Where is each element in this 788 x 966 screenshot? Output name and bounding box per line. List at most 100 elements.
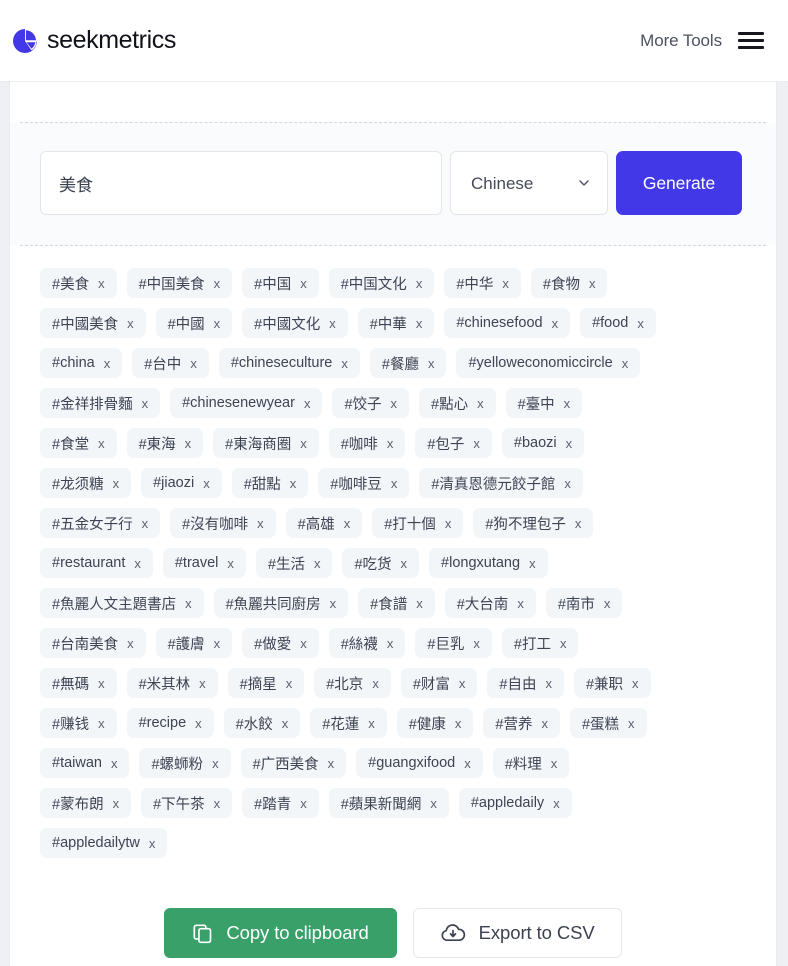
hashtag-chip[interactable]: #appledailytw x: [40, 828, 168, 858]
hashtag-chip[interactable]: #中国 x: [242, 268, 319, 298]
hashtag-chip[interactable]: #東海 x: [126, 428, 204, 458]
hashtag-remove-icon[interactable]: x: [290, 477, 297, 490]
hashtag-remove-icon[interactable]: x: [368, 717, 375, 730]
hashtag-chip[interactable]: #food x: [580, 308, 656, 338]
hashtag-remove-icon[interactable]: x: [127, 637, 134, 650]
hashtag-remove-icon[interactable]: x: [341, 357, 348, 370]
hashtag-chip[interactable]: #美食 x: [40, 268, 117, 298]
hashtag-chip[interactable]: #螺蛳粉 x: [139, 748, 231, 778]
hashtag-chip[interactable]: #travel x: [162, 548, 246, 578]
hashtag-chip[interactable]: #appledaily x: [458, 788, 572, 818]
hashtag-remove-icon[interactable]: x: [282, 717, 289, 730]
hashtag-chip[interactable]: #中國 x: [155, 308, 233, 338]
hashtag-remove-icon[interactable]: x: [545, 677, 552, 690]
hashtag-remove-icon[interactable]: x: [300, 437, 307, 450]
hashtag-chip[interactable]: #蛋糕 x: [569, 708, 647, 738]
hashtag-remove-icon[interactable]: x: [203, 477, 210, 490]
hashtag-remove-icon[interactable]: x: [185, 597, 192, 610]
hashtag-remove-icon[interactable]: x: [416, 277, 423, 290]
hashtag-remove-icon[interactable]: x: [445, 517, 452, 530]
hashtag-remove-icon[interactable]: x: [190, 357, 197, 370]
hashtag-chip[interactable]: #财富 x: [400, 668, 478, 698]
hashtag-remove-icon[interactable]: x: [622, 357, 629, 370]
hashtag-chip[interactable]: #中国文化 x: [328, 268, 435, 298]
hashtag-chip[interactable]: #高雄 x: [285, 508, 363, 538]
hashtag-chip[interactable]: #食物 x: [530, 268, 608, 298]
hashtag-remove-icon[interactable]: x: [214, 317, 221, 330]
hashtag-chip[interactable]: #摘星 x: [227, 668, 305, 698]
hashtag-remove-icon[interactable]: x: [416, 317, 423, 330]
hashtag-chip[interactable]: #打十個 x: [372, 508, 464, 538]
hashtag-remove-icon[interactable]: x: [387, 637, 394, 650]
hashtag-remove-icon[interactable]: x: [564, 397, 571, 410]
hashtag-remove-icon[interactable]: x: [564, 477, 571, 490]
hashtag-remove-icon[interactable]: x: [300, 637, 307, 650]
hashtag-chip[interactable]: #絲襪 x: [328, 628, 406, 658]
hashtag-chip[interactable]: #台南美食 x: [40, 628, 146, 658]
brand-logo-link[interactable]: seekmetrics: [8, 26, 176, 55]
hashtag-remove-icon[interactable]: x: [566, 437, 573, 450]
hashtag-remove-icon[interactable]: x: [551, 757, 558, 770]
hashtag-chip[interactable]: #chinesenewyear x: [170, 388, 323, 418]
hashtag-remove-icon[interactable]: x: [464, 757, 471, 770]
hashtag-remove-icon[interactable]: x: [632, 677, 639, 690]
hashtag-remove-icon[interactable]: x: [637, 317, 644, 330]
hashtag-remove-icon[interactable]: x: [459, 677, 466, 690]
hashtag-remove-icon[interactable]: x: [502, 277, 509, 290]
hashtag-remove-icon[interactable]: x: [142, 397, 149, 410]
generate-button[interactable]: Generate: [616, 151, 742, 215]
hashtag-chip[interactable]: #自由 x: [487, 668, 564, 698]
language-select[interactable]: Chinese: [450, 151, 608, 215]
hashtag-chip[interactable]: #recipe x: [126, 708, 214, 738]
hashtag-chip[interactable]: #yelloweconomiccircle x: [456, 348, 641, 378]
hashtag-remove-icon[interactable]: x: [304, 397, 311, 410]
hashtag-remove-icon[interactable]: x: [314, 557, 321, 570]
hashtag-chip[interactable]: #食堂 x: [40, 428, 117, 458]
hashtag-chip[interactable]: #做愛 x: [242, 628, 319, 658]
hashtag-remove-icon[interactable]: x: [589, 277, 596, 290]
hashtag-remove-icon[interactable]: x: [113, 477, 120, 490]
hashtag-remove-icon[interactable]: x: [127, 317, 134, 330]
hashtag-chip[interactable]: #甜點 x: [231, 468, 309, 498]
hashtag-remove-icon[interactable]: x: [98, 717, 105, 730]
hashtag-remove-icon[interactable]: x: [560, 637, 567, 650]
hashtag-remove-icon[interactable]: x: [300, 797, 307, 810]
hashtag-chip[interactable]: #東海商圈 x: [213, 428, 319, 458]
hashtag-chip[interactable]: #健康 x: [396, 708, 474, 738]
hashtag-chip[interactable]: #咖啡豆 x: [318, 468, 410, 498]
hashtag-chip[interactable]: #魚麗人文主題書店 x: [40, 588, 204, 618]
hashtag-remove-icon[interactable]: x: [214, 277, 221, 290]
hashtag-remove-icon[interactable]: x: [473, 437, 480, 450]
keyword-input[interactable]: [40, 151, 442, 215]
hashtag-remove-icon[interactable]: x: [98, 437, 105, 450]
hashtag-chip[interactable]: #水餃 x: [223, 708, 301, 738]
hashtag-chip[interactable]: #china x: [40, 348, 123, 378]
hashtag-remove-icon[interactable]: x: [328, 757, 335, 770]
hashtag-remove-icon[interactable]: x: [553, 797, 560, 810]
hashtag-chip[interactable]: #营养 x: [483, 708, 560, 738]
hashtag-remove-icon[interactable]: x: [134, 557, 141, 570]
hashtag-remove-icon[interactable]: x: [541, 717, 548, 730]
hashtag-chip[interactable]: #米其林 x: [126, 668, 218, 698]
hashtag-remove-icon[interactable]: x: [199, 677, 206, 690]
hashtag-remove-icon[interactable]: x: [329, 317, 336, 330]
hashtag-chip[interactable]: #大台南 x: [444, 588, 536, 618]
hashtag-chip[interactable]: #吃货 x: [342, 548, 420, 578]
hashtag-remove-icon[interactable]: x: [628, 717, 635, 730]
hashtag-chip[interactable]: #guangxifood x: [356, 748, 483, 778]
hashtag-chip[interactable]: #沒有咖啡 x: [170, 508, 276, 538]
hashtag-chip[interactable]: #longxutang x: [429, 548, 548, 578]
hashtag-remove-icon[interactable]: x: [430, 797, 437, 810]
hamburger-menu-icon[interactable]: [738, 32, 764, 49]
hashtag-chip[interactable]: #包子 x: [415, 428, 492, 458]
hashtag-remove-icon[interactable]: x: [391, 397, 398, 410]
hashtag-chip[interactable]: #餐廳 x: [369, 348, 447, 378]
hashtag-chip[interactable]: #赚钱 x: [40, 708, 117, 738]
hashtag-chip[interactable]: #北京 x: [314, 668, 391, 698]
hashtag-remove-icon[interactable]: x: [214, 797, 221, 810]
hashtag-chip[interactable]: #广西美食 x: [240, 748, 347, 778]
hashtag-chip[interactable]: #中華 x: [357, 308, 435, 338]
hashtag-chip[interactable]: #restaurant x: [40, 548, 153, 578]
hashtag-chip[interactable]: #巨乳 x: [415, 628, 492, 658]
hashtag-remove-icon[interactable]: x: [391, 477, 398, 490]
